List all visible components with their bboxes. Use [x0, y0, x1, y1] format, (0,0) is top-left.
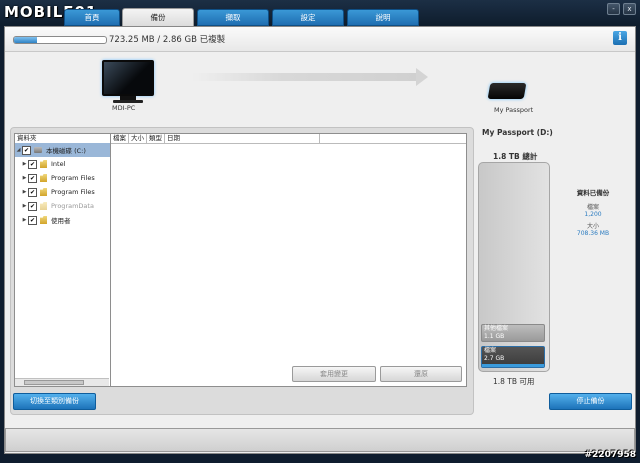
column-file[interactable]: 檔案 [111, 134, 129, 143]
checkbox-program-files[interactable]: ✔ [28, 173, 37, 183]
footer-bar [5, 428, 635, 452]
tab-retrieve[interactable]: 擷取 [197, 9, 269, 26]
external-drive-icon [487, 83, 527, 99]
pc-monitor-icon [102, 60, 154, 103]
summary-size-label: 大小 [586, 223, 599, 230]
folder-icon [40, 216, 47, 224]
watermark: #2207958 [584, 450, 636, 460]
backup-summary: 資料已備份 檔案 1,200 大小 708.36 MB [560, 187, 626, 240]
summary-files-label: 檔案 [586, 204, 599, 211]
tree-item-users[interactable]: ▶ ✔ 使用者 [15, 213, 111, 227]
close-button[interactable]: x [623, 3, 636, 15]
other-files-segment: 其他檔案 1.1 GB [481, 324, 545, 342]
transfer-arrowhead-icon [416, 68, 428, 86]
checkbox-drive-c[interactable]: ✔ [22, 145, 31, 155]
source-device-label: MDI-PC [112, 104, 136, 112]
stop-backup-button[interactable]: 停止備份 [549, 393, 632, 410]
checkbox-intel[interactable]: ✔ [28, 159, 37, 169]
backup-summary-title: 資料已備份 [576, 189, 610, 197]
tab-backup[interactable]: 備份 [122, 8, 194, 27]
copy-progress-bar [13, 36, 107, 44]
copy-progress-fill [14, 37, 37, 43]
tab-help[interactable]: 說明 [347, 9, 419, 26]
app-window: MOBILE01 首頁 備份 擷取 設定 說明 - x 723.25 MB / … [0, 0, 640, 463]
tree-horizontal-scrollbar[interactable] [15, 378, 109, 386]
info-button[interactable]: i [613, 31, 627, 45]
tree-item-program-files[interactable]: ▶ ✔ Program Files [15, 171, 111, 185]
drive-total: 1.8 TB 總計 [493, 152, 538, 161]
tab-settings[interactable]: 設定 [272, 9, 344, 26]
scrollbar-thumb[interactable] [24, 380, 84, 385]
title-bar: MOBILE01 首頁 備份 擷取 設定 說明 - x [0, 0, 640, 27]
expand-icon[interactable]: ▶ [21, 217, 28, 223]
folder-icon [40, 174, 47, 182]
apply-changes-button[interactable]: 套用變更 [292, 366, 376, 382]
column-type[interactable]: 類型 [147, 134, 165, 143]
summary-size-value: 708.36 MB [576, 230, 610, 237]
target-device-label: My Passport [494, 106, 534, 114]
expand-icon[interactable]: ▶ [21, 175, 28, 181]
folder-tree[interactable]: 資料夾 ◢ ✔ 本機磁碟 (C:) ▶ ✔ Intel ▶ ✔ Program … [14, 133, 112, 387]
column-date[interactable]: 日期 [165, 134, 320, 143]
expand-icon[interactable]: ▶ [21, 161, 28, 167]
switch-to-category-backup-button[interactable]: 切換至類別備份 [13, 393, 96, 410]
expand-icon[interactable]: ▶ [21, 189, 28, 195]
undo-button[interactable]: 還原 [380, 366, 462, 382]
column-size[interactable]: 大小 [129, 134, 147, 143]
progress-row: 723.25 MB / 2.86 GB 已複製 i [5, 27, 635, 52]
tree-item-programdata[interactable]: ▶ ✔ ProgramData [15, 199, 111, 213]
folder-icon [40, 188, 47, 196]
collapse-icon[interactable]: ◢ [15, 147, 22, 153]
tree-item-intel[interactable]: ▶ ✔ Intel [15, 157, 111, 171]
copy-progress-text: 723.25 MB / 2.86 GB 已複製 [109, 35, 226, 45]
tree-item-program-files-x86[interactable]: ▶ ✔ Program Files [15, 185, 111, 199]
drive-title: My Passport (D:) [482, 128, 553, 137]
expand-icon[interactable]: ▶ [21, 203, 28, 209]
file-list-header: 檔案 大小 類型 日期 [111, 134, 466, 144]
file-list[interactable]: 檔案 大小 類型 日期 [110, 133, 467, 387]
tab-home[interactable]: 首頁 [64, 9, 120, 26]
tree-item-drive-c[interactable]: ◢ ✔ 本機磁碟 (C:) [15, 143, 111, 157]
folder-icon [40, 160, 47, 168]
summary-files-count: 1,200 [584, 211, 602, 218]
drive-free-space: 1.8 TB 可用 [493, 377, 535, 386]
checkbox-programdata[interactable]: ✔ [28, 201, 37, 211]
minimize-button[interactable]: - [607, 3, 620, 15]
folder-tree-header: 資料夾 [17, 134, 37, 142]
drive-icon [34, 147, 42, 153]
folder-icon [40, 202, 47, 210]
files-segment: 檔案 2.7 GB [481, 346, 545, 368]
transfer-arrow-icon [192, 73, 420, 81]
checkbox-users[interactable]: ✔ [28, 215, 37, 225]
checkbox-program-files-x86[interactable]: ✔ [28, 187, 37, 197]
